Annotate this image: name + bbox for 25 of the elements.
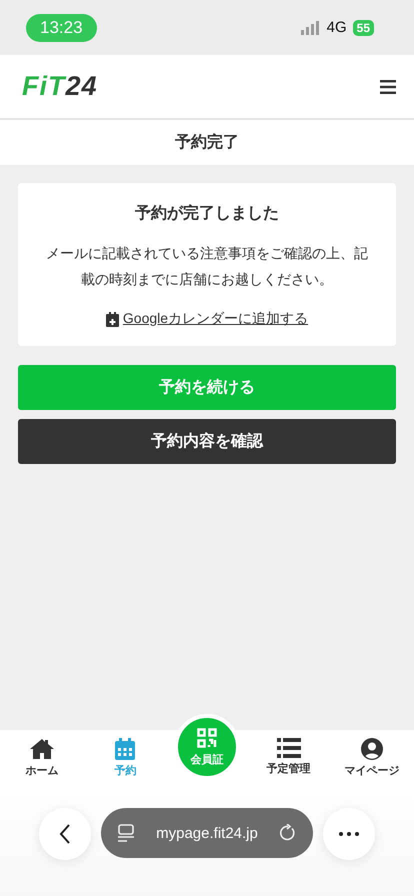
calendar-plus-icon (106, 312, 119, 326)
user-icon (361, 738, 384, 760)
clock-time: 13:23 (26, 14, 97, 42)
signal-icon (300, 20, 321, 34)
more-icon (339, 832, 359, 836)
tab-icon (117, 824, 135, 842)
view-details-button[interactable]: 予約内容を確認 (18, 419, 396, 464)
add-to-calendar-link[interactable]: Googleカレンダーに追加する (122, 310, 308, 328)
calendar-icon (115, 738, 136, 760)
address-bar[interactable]: mypage.fit24.jp (101, 808, 313, 858)
page-title: 予約完了 (175, 132, 239, 153)
card-message: メールに記載されている注意事項をご確認の上、記載の時刻までに店舗にお越しください。 (45, 244, 369, 289)
nav-tab[interactable]: ホーム (6, 738, 77, 778)
menu-icon[interactable] (380, 80, 396, 94)
url-text: mypage.fit24.jp (156, 824, 258, 842)
home-icon (28, 738, 55, 760)
brand-logo[interactable]: FiT24 (22, 71, 98, 102)
qr-code-icon (196, 728, 217, 748)
card-heading: 予約が完了しました (135, 203, 279, 224)
nav-tab[interactable]: マイページ (337, 738, 408, 778)
battery-level: 55 (352, 20, 374, 36)
nav-tab[interactable]: 予定管理 (254, 738, 324, 776)
list-icon (276, 738, 301, 758)
reload-icon[interactable] (278, 824, 297, 842)
network-label: 4G (326, 19, 347, 36)
